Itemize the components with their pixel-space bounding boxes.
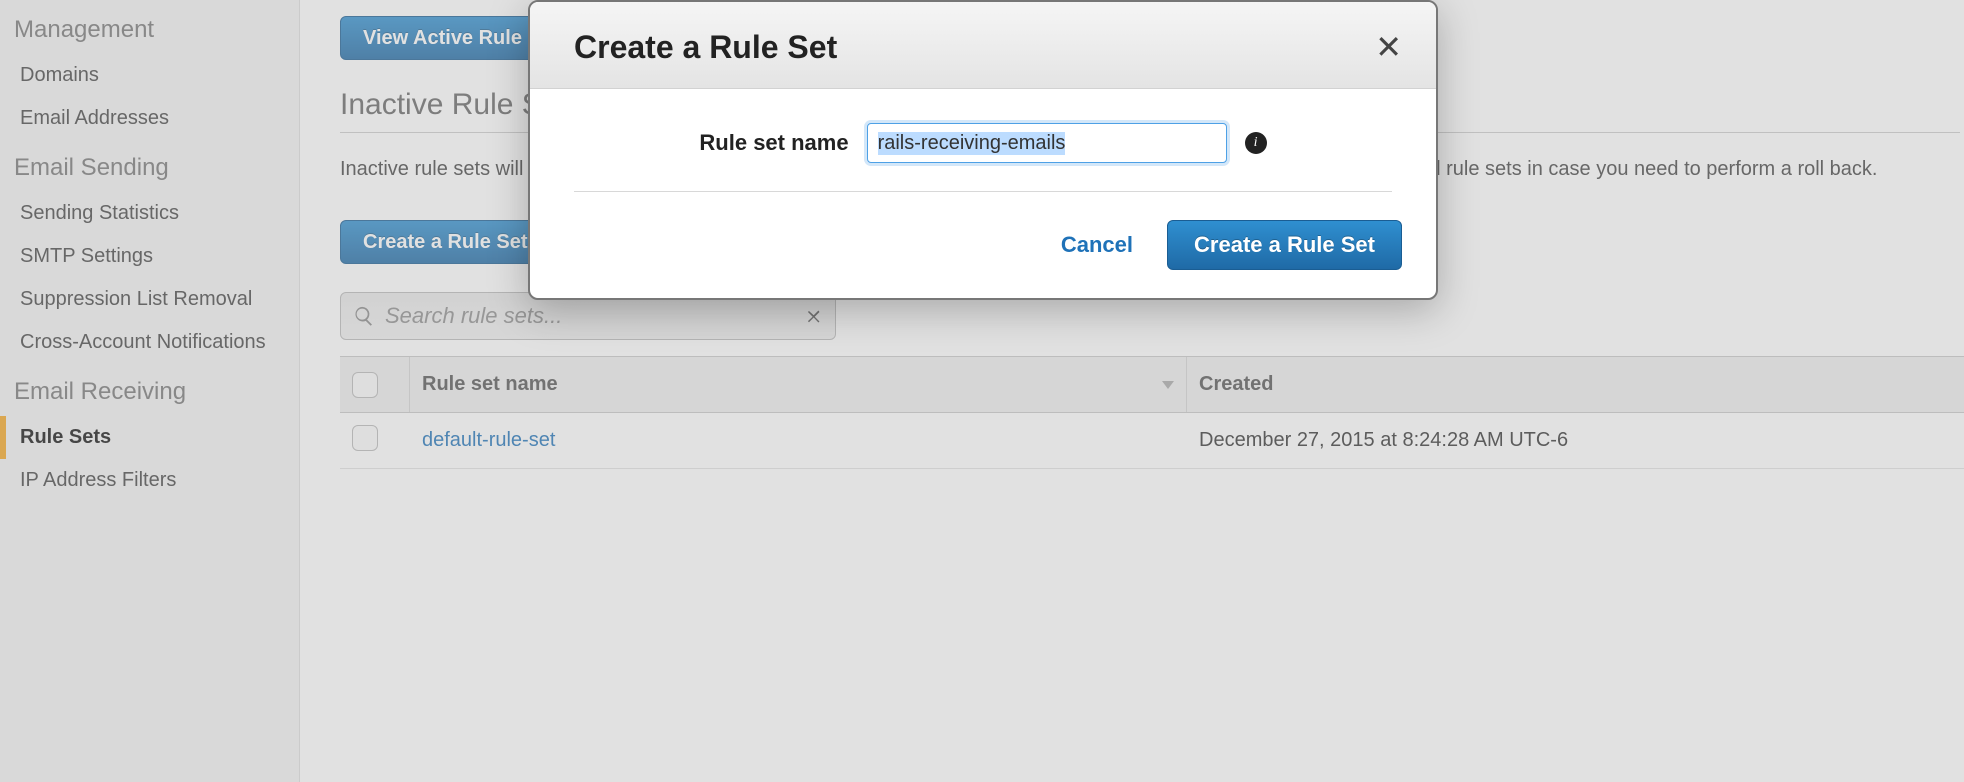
close-icon: ✕	[1375, 29, 1402, 65]
info-icon[interactable]: i	[1245, 132, 1267, 154]
cancel-button[interactable]: Cancel	[1061, 232, 1133, 258]
create-rule-set-modal: Create a Rule Set ✕ Rule set name i Canc…	[528, 0, 1438, 300]
rule-set-name-label: Rule set name	[699, 130, 848, 156]
modal-divider	[574, 191, 1392, 192]
modal-title: Create a Rule Set	[574, 29, 837, 66]
modal-close-button[interactable]: ✕	[1375, 28, 1402, 66]
rule-set-name-input[interactable]	[867, 123, 1227, 163]
submit-create-rule-set-button[interactable]: Create a Rule Set	[1167, 220, 1402, 270]
